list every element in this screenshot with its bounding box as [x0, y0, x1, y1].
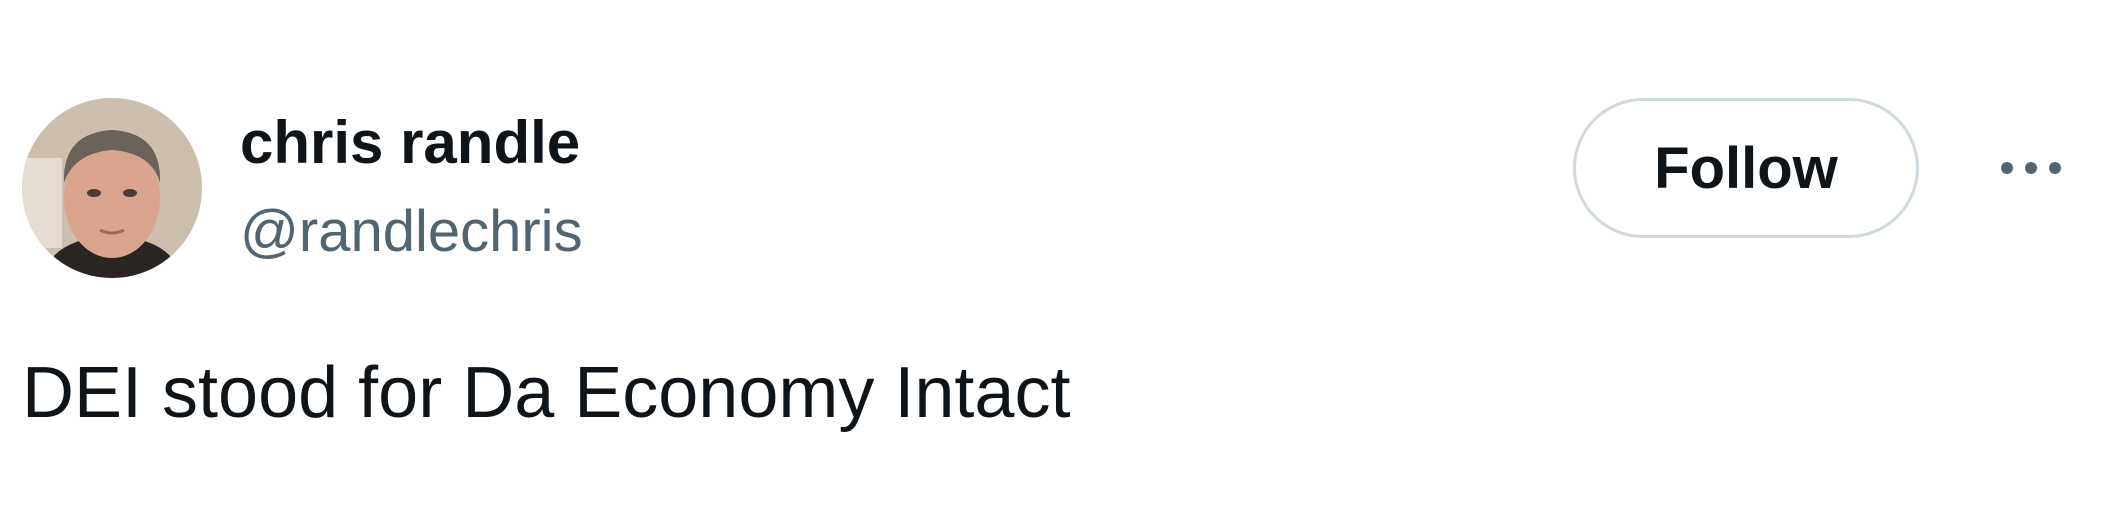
more-options-button[interactable] — [1995, 138, 2075, 198]
author-display-name[interactable]: chris randle — [240, 108, 580, 178]
author-handle[interactable]: @randlechris — [240, 198, 583, 266]
tweet-text: DEI stood for Da Economy Intact — [22, 353, 1071, 433]
avatar-photo — [22, 98, 202, 278]
tweet-card: chris randle @randlechris Follow DEI sto… — [0, 0, 2107, 530]
more-options-icon — [2001, 162, 2061, 174]
avatar[interactable] — [22, 98, 202, 278]
follow-button[interactable]: Follow — [1573, 98, 1919, 238]
